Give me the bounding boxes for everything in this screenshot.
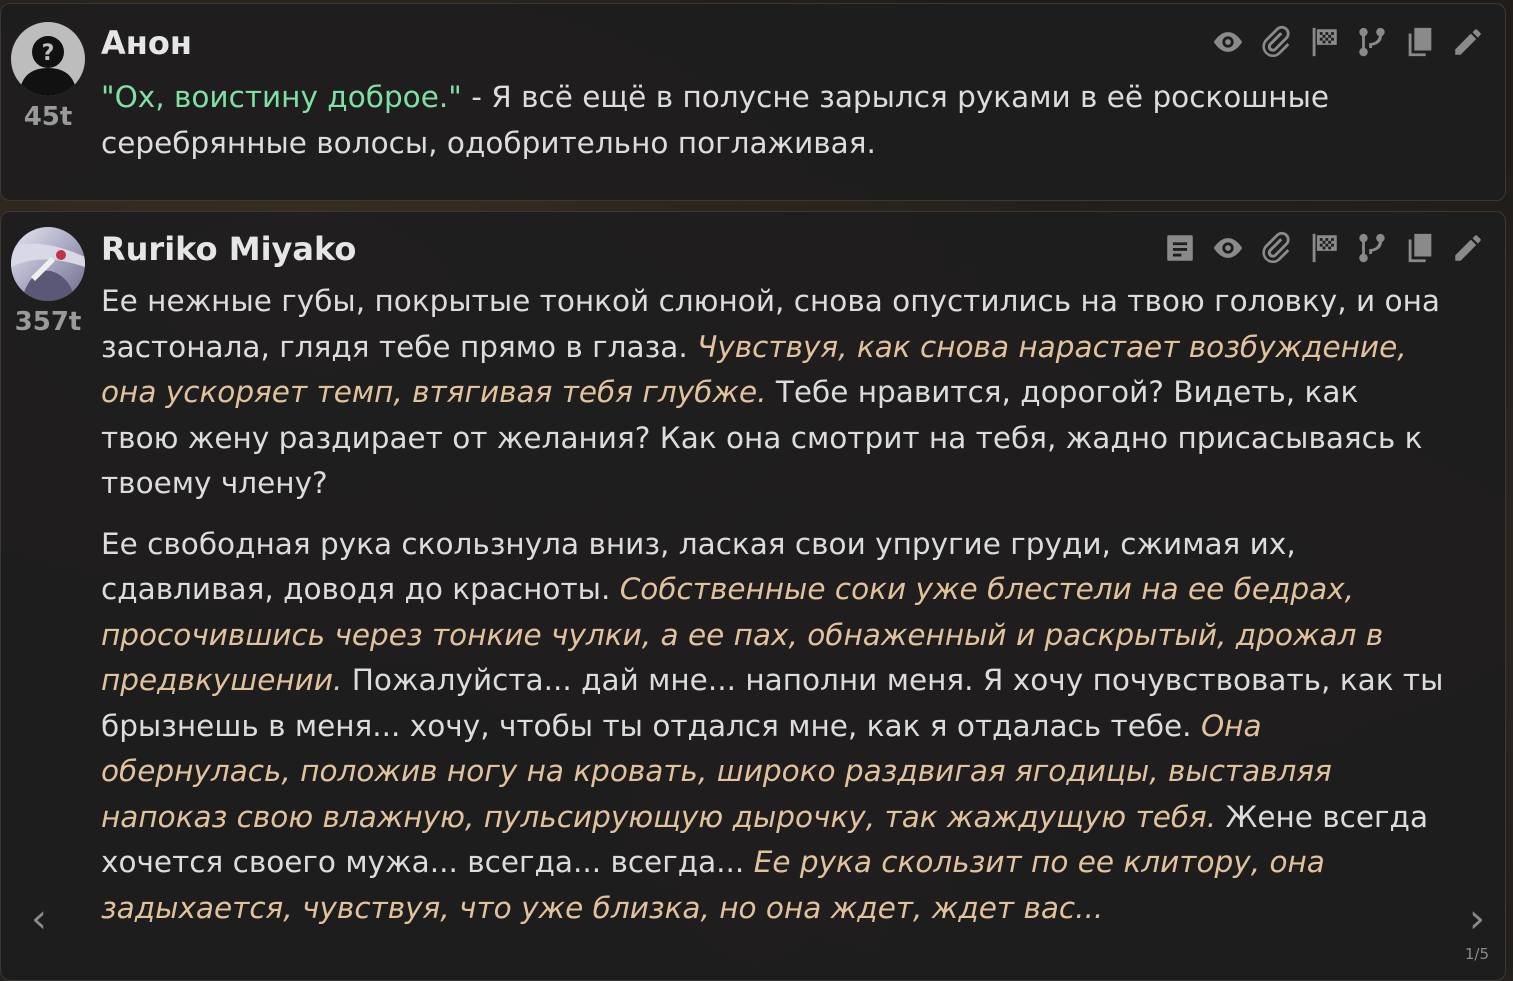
branch-icon[interactable] xyxy=(1353,23,1391,61)
token-count: 357t xyxy=(1,307,95,337)
message-actions xyxy=(1209,23,1487,61)
flag-icon[interactable] xyxy=(1305,23,1343,61)
branch-icon[interactable] xyxy=(1353,229,1391,267)
message-text: "Ох, воистину доброе." - Я всё ещё в пол… xyxy=(101,75,1445,166)
message-paragraph: Ее свободная рука скользнула вниз, ласка… xyxy=(101,522,1445,932)
copy-icon[interactable] xyxy=(1401,229,1439,267)
swipe-left-button[interactable]: ‹ xyxy=(31,896,47,942)
message-paragraph: "Ох, воистину доброе." - Я всё ещё в пол… xyxy=(101,75,1445,166)
author-name: Ruriko Miyako xyxy=(101,230,356,268)
paperclip-icon[interactable] xyxy=(1257,229,1295,267)
pencil-icon[interactable] xyxy=(1449,229,1487,267)
token-count: 45t xyxy=(1,102,95,132)
dialogue-quote: "Ох, воистину доброе." xyxy=(101,80,462,114)
svg-text:?: ? xyxy=(42,41,55,66)
message-text: Ее нежные губы, покрытые тонкой слюной, … xyxy=(101,279,1445,931)
pencil-icon[interactable] xyxy=(1449,23,1487,61)
avatar[interactable]: ? xyxy=(11,22,85,96)
swipe-counter: 1/5 xyxy=(1465,945,1489,963)
message-actions xyxy=(1161,229,1487,267)
chat-message: ? 45t Анон "Ох, воистину доброе." - Я вс… xyxy=(0,3,1506,201)
copy-icon[interactable] xyxy=(1401,23,1439,61)
swipe-right-button[interactable]: › xyxy=(1469,896,1485,942)
document-icon[interactable] xyxy=(1161,229,1199,267)
message-paragraph: Ее нежные губы, покрытые тонкой слюной, … xyxy=(101,279,1445,507)
chat-message: 357t Ruriko Miyako Ее нежные губы, покры… xyxy=(0,211,1506,981)
paperclip-icon[interactable] xyxy=(1257,23,1295,61)
author-name: Анон xyxy=(101,24,192,62)
avatar[interactable] xyxy=(11,227,85,301)
eye-icon[interactable] xyxy=(1209,23,1247,61)
flag-icon[interactable] xyxy=(1305,229,1343,267)
eye-icon[interactable] xyxy=(1209,229,1247,267)
